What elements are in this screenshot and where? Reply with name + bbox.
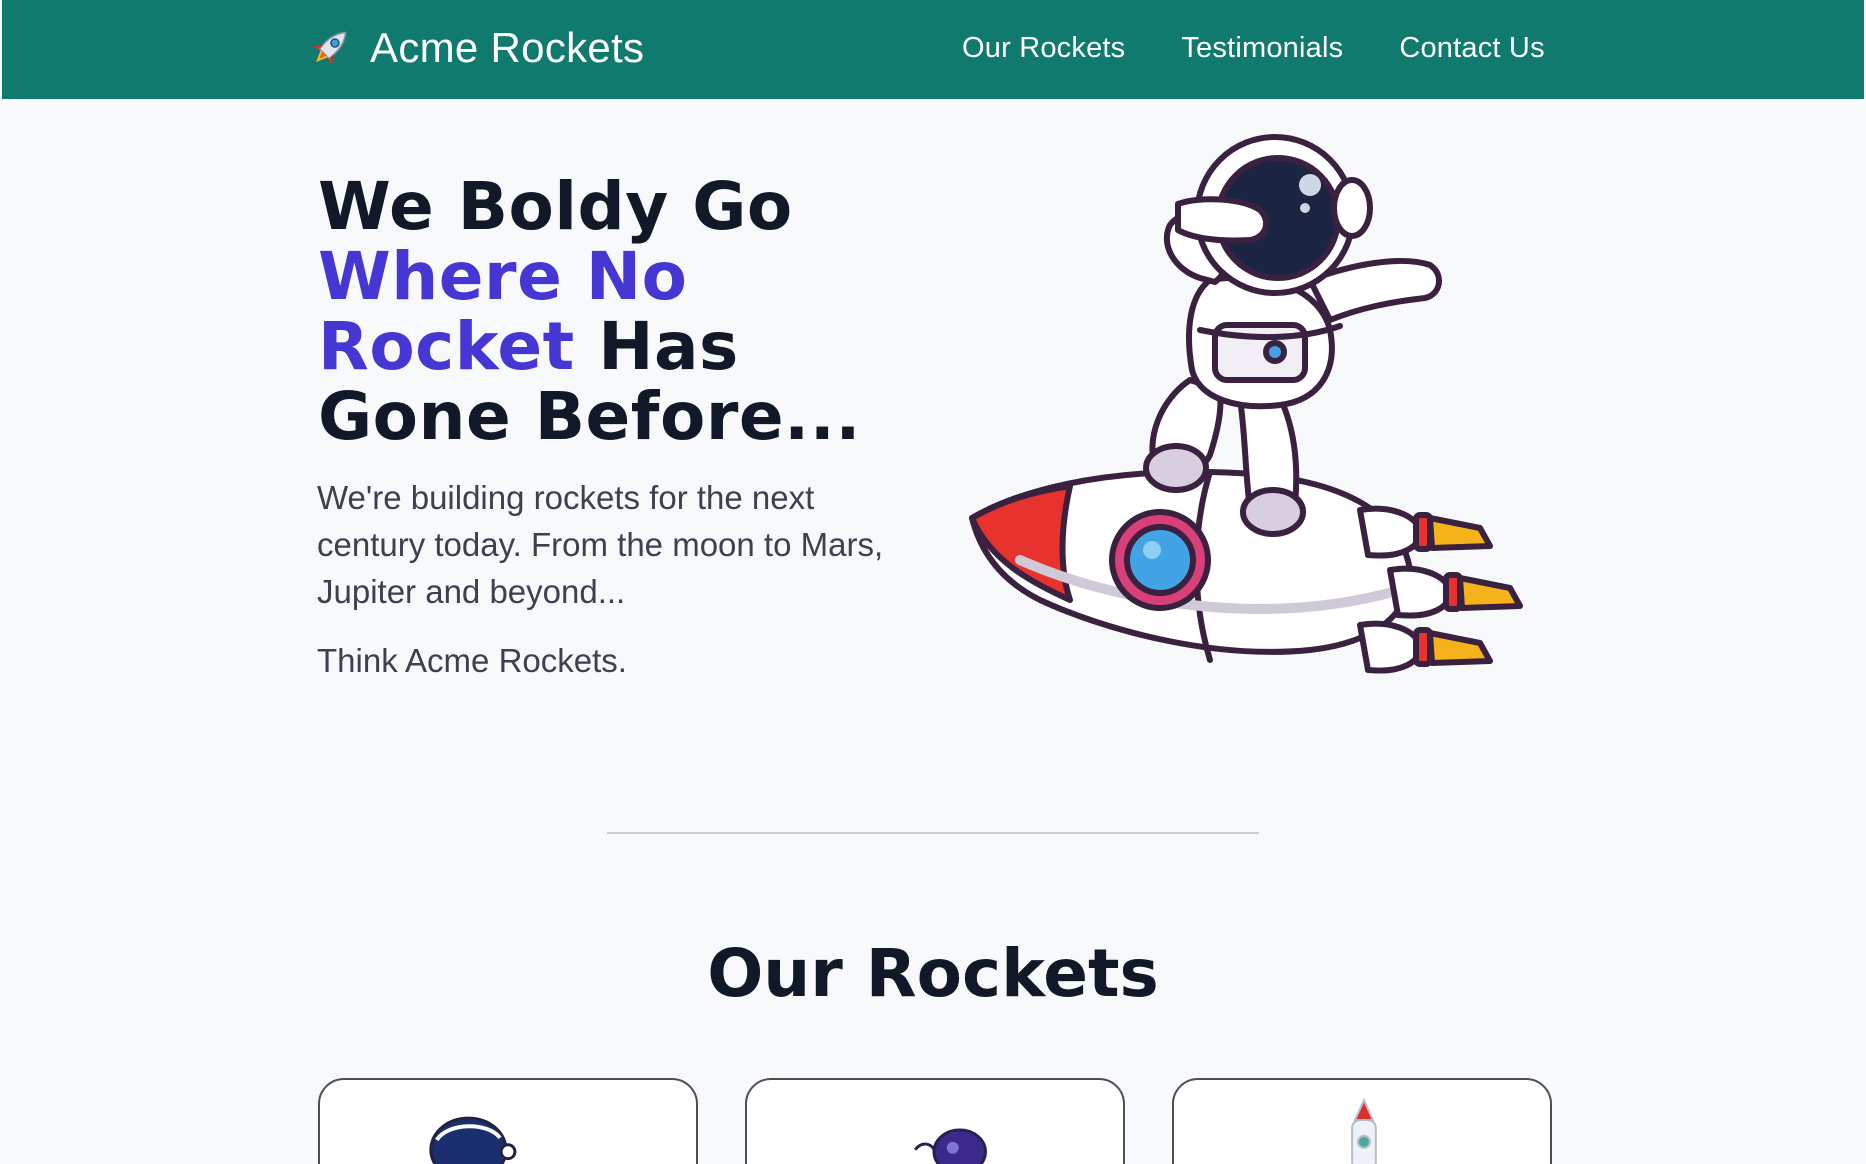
main-nav: Our Rockets Testimonials Contact Us — [962, 32, 1545, 65]
hero-title-rest-2: Has — [574, 308, 739, 385]
hero-tagline: Think Acme Rockets. — [317, 642, 627, 679]
brand-link[interactable]: Acme Rockets — [304, 22, 644, 74]
nav-testimonials[interactable]: Testimonials — [1181, 32, 1343, 65]
rocket-card-1[interactable] — [318, 1078, 698, 1164]
rocket-card-3[interactable] — [1172, 1078, 1552, 1164]
hero-title-accent-1: Where No — [318, 238, 688, 315]
rocket-logo-icon — [311, 31, 347, 67]
astronaut-rocket-illustration — [969, 134, 1523, 674]
hero-title-accent-2: Rocket — [318, 308, 575, 385]
rocket-icon — [1351, 1097, 1377, 1164]
nav-our-rockets[interactable]: Our Rockets — [962, 32, 1125, 65]
hero-subtitle: We're building rockets for the next cent… — [317, 479, 884, 610]
page: Acme Rockets Our Rockets Testimonials Co… — [0, 0, 1866, 1164]
hero-title: We Boldy Go Where No Rocket Has Gone Bef… — [318, 172, 861, 452]
astronaut-icon — [914, 1128, 987, 1164]
brand-name: Acme Rockets — [370, 24, 645, 71]
nav-contact-us[interactable]: Contact Us — [1399, 32, 1544, 65]
hero-title-line-4: Gone Before... — [318, 378, 861, 455]
site-header: Acme Rockets Our Rockets Testimonials Co… — [2, 0, 1864, 99]
rocket-card-2[interactable] — [745, 1078, 1125, 1164]
astronaut-helmet-icon — [429, 1116, 517, 1164]
section-title-our-rockets: Our Rockets — [707, 935, 1159, 1012]
hero-title-line-1: We Boldy Go — [318, 168, 793, 245]
section-divider — [607, 832, 1259, 834]
